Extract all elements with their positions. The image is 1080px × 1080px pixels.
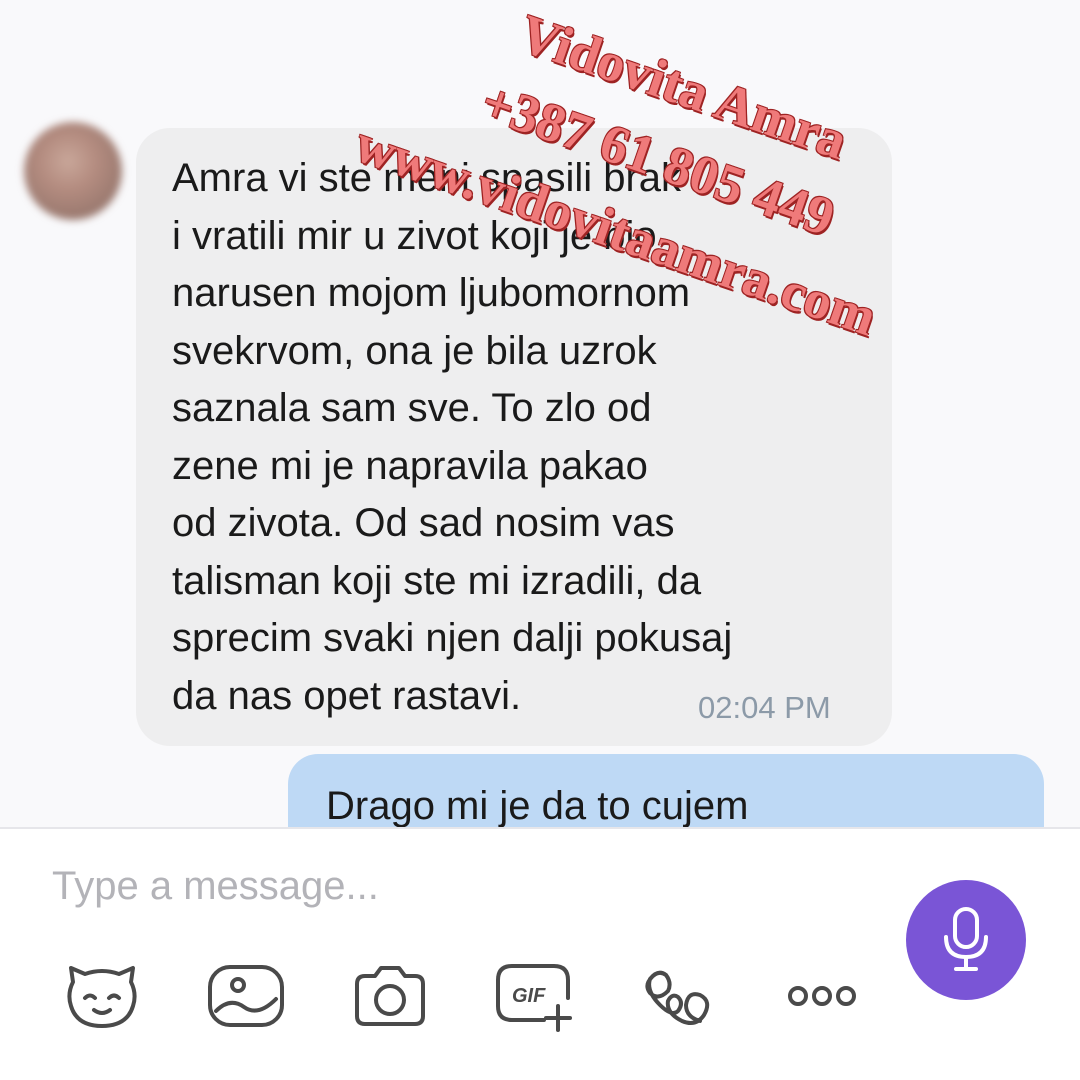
- gallery-button[interactable]: [206, 958, 286, 1034]
- gif-icon: GIF: [496, 964, 572, 1032]
- sticker-button[interactable]: [62, 958, 142, 1034]
- outgoing-message-text: Drago mi je da to cujem: [326, 784, 749, 828]
- contact-avatar[interactable]: [24, 122, 122, 220]
- microphone-icon: [944, 907, 988, 971]
- sticker-icon: [67, 966, 137, 1028]
- message-input[interactable]: [52, 856, 852, 916]
- more-button[interactable]: [782, 958, 862, 1034]
- incoming-message-text: Amra vi ste meni spasili brak i vratili …: [172, 156, 733, 718]
- camera-button[interactable]: [350, 958, 430, 1034]
- gif-button[interactable]: GIF: [494, 958, 574, 1034]
- camera-icon: [355, 966, 425, 1026]
- doodle-icon: [645, 970, 710, 1025]
- gallery-icon: [208, 965, 284, 1027]
- gif-icon-label: GIF: [512, 985, 546, 1007]
- more-icon: [788, 986, 856, 1006]
- message-timestamp: 02:04 PM: [698, 690, 831, 725]
- voice-message-button[interactable]: [906, 880, 1026, 1000]
- doodle-button[interactable]: [638, 958, 718, 1034]
